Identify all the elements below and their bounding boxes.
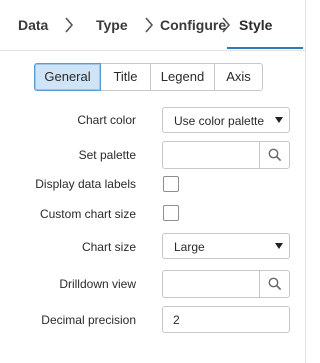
- step-type[interactable]: Type: [96, 0, 128, 50]
- tab-axis[interactable]: Axis: [214, 63, 263, 91]
- wizard-steps: Data Type Configure Style: [0, 0, 305, 51]
- panel-right-border: [305, 0, 306, 363]
- display-data-labels-label: Display data labels: [35, 177, 136, 191]
- drilldown-view-lookup: [162, 270, 290, 298]
- chart-size-value: Large: [174, 240, 205, 254]
- step-configure[interactable]: Configure: [160, 0, 226, 50]
- chevron-right-icon: [221, 15, 231, 35]
- set-palette-lookup: [162, 141, 290, 169]
- chart-color-value: Use color palette: [174, 114, 265, 128]
- step-style[interactable]: Style: [239, 0, 272, 50]
- display-data-labels-checkbox[interactable]: [163, 176, 179, 192]
- set-palette-label: Set palette: [78, 148, 136, 162]
- decimal-precision-label: Decimal precision: [41, 313, 136, 327]
- tab-title[interactable]: Title: [100, 63, 151, 91]
- decimal-precision-input[interactable]: 2: [162, 306, 290, 333]
- custom-chart-size-label: Custom chart size: [39, 207, 136, 221]
- set-palette-search-button[interactable]: [259, 142, 289, 168]
- caret-down-icon: [275, 243, 283, 249]
- decimal-precision-value: 2: [173, 313, 180, 327]
- chart-color-select[interactable]: Use color palette: [162, 107, 290, 133]
- step-data[interactable]: Data: [18, 0, 48, 50]
- set-palette-input[interactable]: [163, 142, 260, 168]
- active-step-indicator: [227, 47, 303, 49]
- chart-size-label: Chart size: [81, 240, 136, 254]
- chart-size-select[interactable]: Large: [162, 233, 290, 259]
- style-tabs: General Title Legend Axis: [34, 63, 263, 91]
- custom-chart-size-checkbox[interactable]: [163, 205, 179, 221]
- drilldown-view-input[interactable]: [163, 271, 260, 297]
- drilldown-view-search-button[interactable]: [259, 271, 289, 297]
- tab-legend[interactable]: Legend: [150, 63, 215, 91]
- search-icon: [268, 148, 282, 162]
- caret-down-icon: [275, 117, 283, 123]
- chart-color-label: Chart color: [77, 113, 136, 127]
- chevron-right-icon: [144, 15, 154, 35]
- tab-general[interactable]: General: [34, 63, 101, 91]
- chevron-right-icon: [64, 15, 74, 35]
- drilldown-view-label: Drilldown view: [59, 277, 136, 291]
- search-icon: [268, 277, 282, 291]
